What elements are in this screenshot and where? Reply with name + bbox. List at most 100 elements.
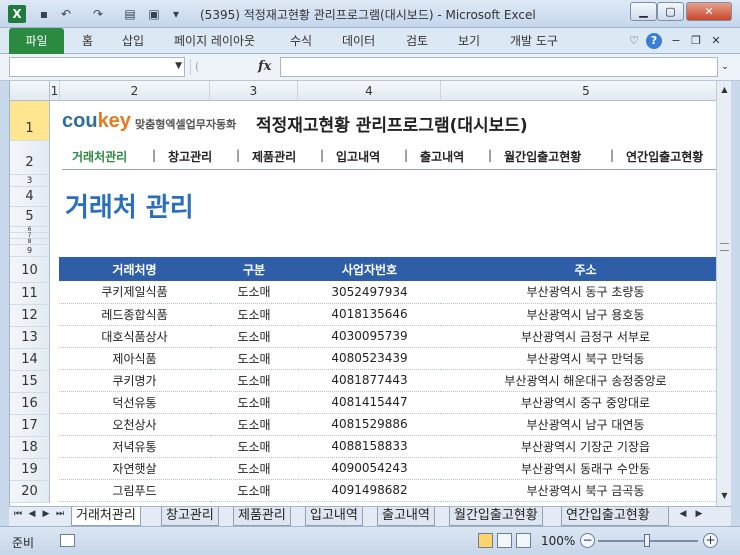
tab-review[interactable]: 검토 [406,28,428,54]
table-header-cell[interactable]: 주소 [441,257,730,281]
table-header-cell[interactable]: 구분 [210,257,298,281]
tab-view[interactable]: 보기 [458,28,480,54]
row-header[interactable]: 11 [10,283,50,305]
tab-developer[interactable]: 개발 도구 [510,28,558,54]
last-sheet-icon[interactable]: ⏭ [54,509,66,519]
quick-access-icon[interactable]: ▤ [122,6,138,22]
page-break-view-icon[interactable] [516,533,531,548]
normal-view-icon[interactable] [478,533,493,548]
column-header[interactable]: 1 [50,81,60,101]
table-cell[interactable]: 도소매 [210,391,298,414]
sheet-tab-inbound[interactable]: 입고내역 [305,507,363,526]
table-cell[interactable]: 4018135646 [298,303,441,326]
table-cell[interactable]: 부산광역시 기장군 기장읍 [441,435,730,458]
row-header[interactable]: 1 [10,101,50,141]
table-cell[interactable]: 도소매 [210,457,298,480]
customize-toolbar-icon[interactable]: ▾ [168,6,184,22]
column-header[interactable]: 4 [298,81,441,101]
table-cell[interactable]: 부산광역시 북구 만덕동 [441,347,730,370]
table-cell[interactable]: 3052497934 [298,281,441,304]
table-cell[interactable]: 도소매 [210,303,298,326]
row-header[interactable]: 14 [10,349,50,371]
table-cell[interactable]: 도소매 [210,347,298,370]
row-header[interactable]: 18 [10,437,50,459]
nav-item-monthly[interactable]: 월간입출고현황 [504,148,581,165]
workbook-close-icon[interactable]: ✕ [708,33,724,49]
nav-item-products[interactable]: 제품관리 [252,148,296,165]
table-cell[interactable]: 쿠키명가 [59,369,210,392]
table-cell[interactable]: 그림푸드 [59,479,210,502]
row-header[interactable]: 10 [10,257,50,283]
table-cell[interactable]: 도소매 [210,281,298,304]
row-header[interactable]: 3 [10,175,50,187]
table-cell[interactable]: 4030095739 [298,325,441,348]
tab-insert[interactable]: 삽입 [122,28,144,54]
tab-file[interactable]: 파일 [9,28,64,54]
row-header[interactable]: 17 [10,415,50,437]
table-cell[interactable]: 부산광역시 남구 용호동 [441,303,730,326]
table-cell[interactable]: 도소매 [210,369,298,392]
table-cell[interactable]: 저녁유통 [59,435,210,458]
table-cell[interactable]: 부산광역시 동구 초량동 [441,281,730,304]
table-cell[interactable]: 대호식품상사 [59,325,210,348]
name-box[interactable]: ▼ [9,57,185,77]
tab-home[interactable]: 홈 [82,28,93,54]
worksheet-grid[interactable]: 1 2 3 4 5 1 2 3 4 5 6 7 8 9 10 11 12 13 … [9,81,731,506]
column-header[interactable]: 3 [210,81,298,101]
tab-page-layout[interactable]: 페이지 레이아웃 [174,28,255,54]
row-header[interactable]: 9 [10,245,50,257]
table-cell[interactable]: 도소매 [210,435,298,458]
tab-scroll-right-icon[interactable]: ▶ [693,509,705,519]
prev-sheet-icon[interactable]: ◀ [26,509,38,519]
zoom-level[interactable]: 100% [541,534,575,548]
row-header[interactable]: 2 [10,141,50,175]
row-header[interactable]: 20 [10,481,50,503]
tab-formulas[interactable]: 수식 [290,28,312,54]
row-header[interactable]: 4 [10,187,50,207]
row-header[interactable]: 5 [10,207,50,227]
table-cell[interactable]: 4080523439 [298,347,441,370]
table-cell[interactable]: 자연햇살 [59,457,210,480]
zoom-slider-thumb[interactable] [644,534,650,547]
workbook-minimize-icon[interactable]: − [668,33,684,49]
select-all-corner[interactable] [10,81,50,101]
table-cell[interactable]: 4081877443 [298,369,441,392]
save-icon[interactable]: ▪ [36,6,52,22]
table-cell[interactable]: 4081529886 [298,413,441,436]
row-header[interactable]: 16 [10,393,50,415]
nav-item-warehouse[interactable]: 창고관리 [168,148,212,165]
close-button[interactable]: ✕ [686,2,732,21]
page-layout-view-icon[interactable] [497,533,512,548]
expand-formula-icon[interactable]: ⌄ [718,57,732,77]
table-cell[interactable]: 4090054243 [298,457,441,480]
next-sheet-icon[interactable]: ▶ [40,509,52,519]
nav-item-outbound[interactable]: 출고내역 [420,148,464,165]
row-header[interactable]: 19 [10,459,50,481]
row-header[interactable]: 12 [10,305,50,327]
nav-item-inbound[interactable]: 입고내역 [336,148,380,165]
maximize-button[interactable]: ▢ [657,2,684,21]
macro-record-icon[interactable] [60,534,75,547]
sheet-tab-monthly[interactable]: 월간입출고현황 [449,507,543,526]
first-sheet-icon[interactable]: ⏮ [12,509,24,519]
ribbon-collapse-icon[interactable]: ♡ [626,33,642,49]
table-cell[interactable]: 부산광역시 남구 대연동 [441,413,730,436]
scroll-down-icon[interactable]: ▼ [718,489,731,503]
table-cell[interactable]: 도소매 [210,413,298,436]
table-cell[interactable]: 도소매 [210,325,298,348]
table-cell[interactable]: 쿠키제일식품 [59,281,210,304]
column-header[interactable]: 5 [441,81,731,101]
tab-data[interactable]: 데이터 [342,28,375,54]
chevron-down-icon[interactable]: ▼ [175,61,182,71]
column-header[interactable]: 2 [60,81,210,101]
sheet-tab-warehouse[interactable]: 창고관리 [161,507,219,526]
table-header-cell[interactable]: 사업자번호 [298,257,441,281]
zoom-in-icon[interactable]: + [703,533,718,548]
nav-item-partners[interactable]: 거래처관리 [72,148,127,165]
insert-function-icon[interactable]: fx [258,59,271,74]
table-cell[interactable]: 덕선유통 [59,391,210,414]
table-cell[interactable]: 제아식품 [59,347,210,370]
table-header-cell[interactable]: 거래처명 [59,257,210,281]
row-header[interactable]: 15 [10,371,50,393]
table-cell[interactable]: 4081415447 [298,391,441,414]
